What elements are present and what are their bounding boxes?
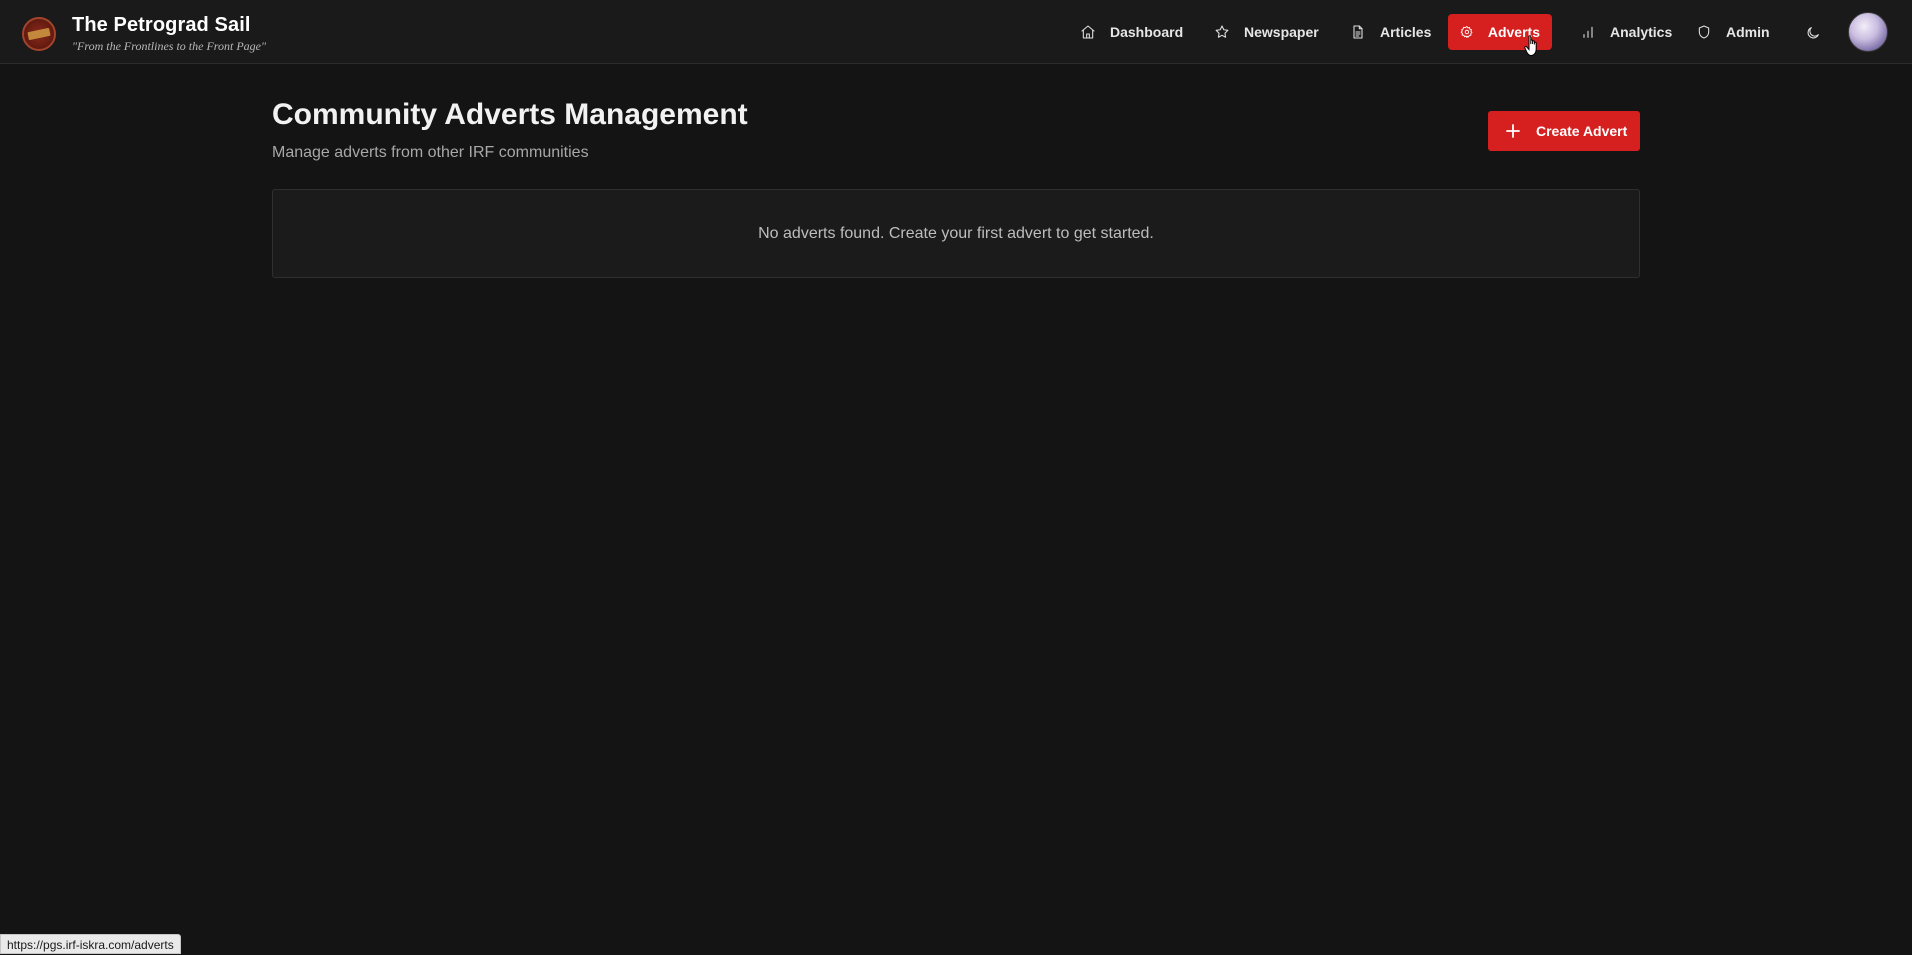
moon-icon bbox=[1807, 27, 1819, 39]
hand-cursor-icon bbox=[1524, 35, 1537, 56]
plus-icon bbox=[1506, 124, 1520, 138]
nav-dashboard-label: Dashboard bbox=[1110, 24, 1184, 40]
app-title: The Petrograd Sail bbox=[72, 14, 251, 36]
star-icon bbox=[1215, 25, 1229, 38]
theme-toggle-button[interactable] bbox=[1800, 20, 1826, 46]
brand[interactable]: The Petrograd Sail "From the Frontlines … bbox=[22, 14, 266, 54]
nav-dashboard[interactable]: Dashboard bbox=[1068, 14, 1195, 50]
bar-chart-icon bbox=[1583, 26, 1593, 38]
nav-articles[interactable]: Articles bbox=[1338, 14, 1443, 50]
user-avatar[interactable] bbox=[1848, 12, 1888, 52]
brand-text: The Petrograd Sail "From the Frontlines … bbox=[72, 14, 266, 54]
create-advert-label: Create Advert bbox=[1536, 123, 1628, 139]
app-tagline: "From the Frontlines to the Front Page" bbox=[72, 39, 267, 53]
nav-admin[interactable]: Admin bbox=[1684, 14, 1782, 50]
nav-newspaper[interactable]: Newspaper bbox=[1202, 14, 1331, 50]
top-navigation-bar: The Petrograd Sail "From the Frontlines … bbox=[0, 0, 1912, 64]
home-icon bbox=[1081, 25, 1095, 39]
shield-icon bbox=[1698, 25, 1710, 39]
nav-newspaper-label: Newspaper bbox=[1244, 24, 1319, 40]
nav-analytics[interactable]: Analytics bbox=[1568, 14, 1684, 50]
page-title: Community Adverts Management bbox=[272, 98, 748, 131]
nav-articles-label: Articles bbox=[1380, 24, 1432, 40]
nav-analytics-label: Analytics bbox=[1610, 24, 1673, 40]
gear-icon bbox=[1460, 26, 1473, 38]
nav-admin-label: Admin bbox=[1726, 24, 1770, 40]
page-subtitle: Manage adverts from other IRF communitie… bbox=[272, 144, 589, 161]
adverts-empty-state: No adverts found. Create your first adve… bbox=[272, 189, 1640, 278]
newspaper-seal-logo bbox=[22, 17, 56, 51]
create-advert-button[interactable]: Create Advert bbox=[1488, 111, 1640, 151]
status-bar-url: https://pgs.irf-iskra.com/adverts bbox=[0, 934, 181, 954]
empty-state-message: No adverts found. Create your first adve… bbox=[758, 224, 1154, 242]
file-text-icon bbox=[1353, 25, 1363, 39]
